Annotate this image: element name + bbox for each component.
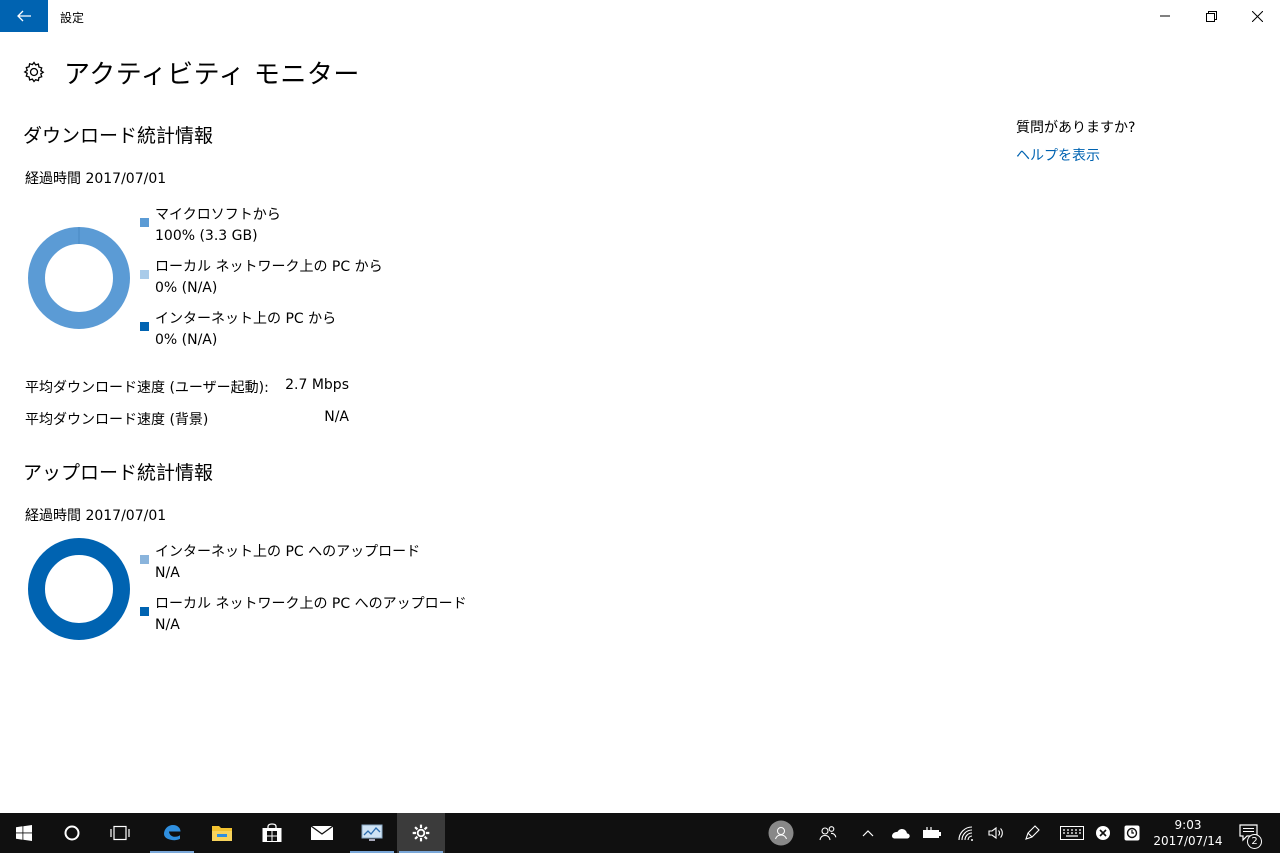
task-view-icon (110, 825, 130, 841)
task-view-button[interactable] (96, 813, 144, 853)
gear-icon (23, 61, 45, 83)
people-icon (819, 826, 837, 841)
legend-swatch (140, 322, 149, 331)
download-donut-chart (28, 227, 130, 329)
close-circle-icon (1096, 826, 1110, 840)
pen-icon (1025, 825, 1040, 840)
touch-keyboard-button[interactable] (1056, 813, 1088, 853)
people-button[interactable] (814, 813, 842, 853)
legend-value: N/A (155, 565, 180, 581)
legend-value: 0% (N/A) (155, 332, 218, 348)
chevron-up-icon (862, 830, 874, 837)
close-button[interactable] (1234, 0, 1280, 32)
battery-tray[interactable] (918, 813, 946, 853)
monitor-chart-icon (361, 824, 383, 841)
network-tray[interactable] (952, 813, 980, 853)
download-stats-title: ダウンロード統計情報 (23, 125, 214, 147)
get-help-link[interactable]: ヘルプを表示 (1016, 145, 1100, 165)
page-title: アクティビティ モニター (64, 59, 360, 90)
clock-time: 9:03 (1174, 818, 1202, 832)
legend-label: インターネット上の PC から (155, 311, 337, 327)
upload-elapsed: 経過時間 2017/07/01 (25, 508, 167, 524)
close-icon (1251, 10, 1263, 22)
taskbar-settings[interactable] (397, 813, 445, 853)
minimize-icon (1160, 15, 1170, 17)
onedrive-tray[interactable] (886, 813, 914, 853)
legend-value: 0% (N/A) (155, 280, 218, 296)
legend-label: ローカル ネットワーク上の PC から (155, 259, 383, 275)
speed-label: 平均ダウンロード速度 (背景) (25, 412, 209, 428)
window-title: 設定 (60, 11, 85, 25)
legend-label: ローカル ネットワーク上の PC へのアップロード (155, 596, 467, 612)
legend-label: インターネット上の PC へのアップロード (155, 544, 421, 560)
speed-label: 平均ダウンロード速度 (ユーザー起動): (25, 380, 269, 396)
windows-logo-icon (16, 825, 32, 841)
taskbar-clock[interactable]: 9:03 2017/07/14 (1152, 817, 1224, 849)
show-hidden-icons-button[interactable] (854, 813, 882, 853)
app-tray[interactable] (1118, 813, 1146, 853)
legend-label: マイクロソフトから (155, 207, 281, 223)
download-elapsed: 経過時間 2017/07/01 (25, 171, 167, 187)
cortana-circle-icon (64, 825, 80, 841)
back-button[interactable] (0, 0, 48, 32)
cloud-icon (892, 829, 910, 839)
taskbar-mail[interactable] (298, 813, 346, 853)
taskbar-store[interactable] (248, 813, 296, 853)
legend-swatch (140, 555, 149, 564)
edge-browser-icon (164, 825, 181, 841)
volume-tray[interactable] (982, 813, 1010, 853)
taskbar-edge[interactable] (148, 813, 196, 853)
legend-value: N/A (155, 617, 180, 633)
legend-value: 100% (3.3 GB) (155, 228, 258, 244)
legend-swatch (140, 607, 149, 616)
avg-download-speed-background: 平均ダウンロード速度 (背景) N/A (25, 409, 349, 429)
keyboard-icon (1060, 826, 1084, 840)
pen-tray[interactable] (1018, 813, 1046, 853)
start-button[interactable] (0, 813, 48, 853)
speed-value: N/A (324, 409, 349, 425)
restore-icon (1205, 10, 1217, 22)
legend-swatch (140, 218, 149, 227)
mail-icon (310, 825, 334, 840)
minimize-button[interactable] (1142, 0, 1188, 32)
back-arrow-icon (17, 10, 31, 22)
speed-value: 2.7 Mbps (285, 377, 349, 393)
clock-date: 2017/07/14 (1153, 834, 1223, 848)
user-avatar[interactable] (766, 813, 796, 853)
avg-download-speed-user: 平均ダウンロード速度 (ユーザー起動): 2.7 Mbps (25, 377, 349, 397)
wifi-icon (958, 826, 973, 841)
notification-count-badge: 2 (1247, 834, 1262, 849)
help-question: 質問がありますか? (1016, 120, 1136, 136)
taskbar-file-explorer[interactable] (198, 813, 246, 853)
settings-gear-icon (412, 824, 430, 842)
cortana-button[interactable] (48, 813, 96, 853)
person-icon (768, 820, 794, 846)
taskbar: 9:03 2017/07/14 2 (0, 813, 1280, 853)
speaker-icon (988, 826, 1003, 840)
upload-stats-title: アップロード統計情報 (23, 462, 214, 484)
battery-plug-icon (923, 827, 941, 838)
taskbar-resource-monitor[interactable] (348, 813, 396, 853)
restore-button[interactable] (1188, 0, 1234, 32)
status-error-tray[interactable] (1089, 813, 1117, 853)
download-donut-ring (28, 227, 130, 329)
page-header: アクティビティ モニター (22, 54, 360, 90)
store-bag-icon (262, 823, 282, 842)
upload-donut-ring (28, 538, 130, 640)
title-bar: 設定 (0, 0, 1280, 32)
clock-app-icon (1124, 825, 1140, 841)
upload-donut-chart (28, 538, 130, 640)
legend-swatch (140, 270, 149, 279)
folder-icon (212, 826, 232, 841)
